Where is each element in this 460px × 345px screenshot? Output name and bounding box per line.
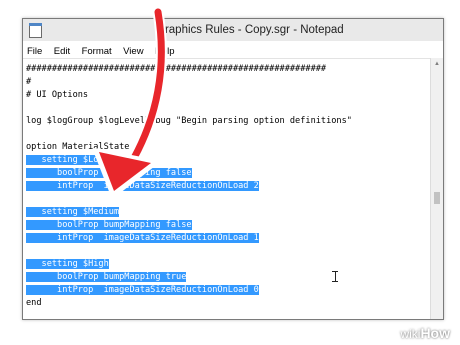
vertical-scrollbar[interactable]: ▲: [430, 58, 443, 319]
text-line: setting $Low: [26, 154, 104, 167]
text-line: log $logGroup $logLevelDebug "Begin pars…: [26, 115, 352, 128]
text-line: ########################################…: [26, 63, 326, 76]
notepad-app-icon[interactable]: [29, 23, 42, 38]
menu-format[interactable]: Format: [79, 43, 115, 57]
selected-text: intProp imageDataSizeReductionOnLoad 2: [26, 181, 259, 191]
text-line: intProp imageDataSizeReductionOnLoad 0: [26, 284, 259, 297]
menu-edit[interactable]: Edit: [51, 43, 73, 57]
text-line: # UI Options: [26, 89, 88, 102]
text-line: intProp imageDataSizeReductionOnLoad 2: [26, 180, 259, 193]
selected-text: setting $Low: [26, 155, 104, 165]
selected-text: setting $High: [26, 259, 109, 269]
notepad-window: Graphics Rules - Copy.sgr - Notepad File…: [22, 18, 444, 320]
line-text: # UI Options: [26, 90, 89, 100]
text-cursor-ibeam-icon: [332, 271, 338, 282]
text-line: boolProp bumpMapping true: [26, 271, 187, 284]
selected-text: boolProp bumpMapping true: [26, 272, 187, 282]
window-title: Graphics Rules - Copy.sgr - Notepad: [156, 24, 344, 36]
selected-text: setting $Medium: [26, 207, 120, 217]
scroll-up-arrow-icon[interactable]: ▲: [434, 61, 440, 67]
menu-bar: File Edit Format View Help: [23, 41, 443, 59]
text-line: boolProp bumpMapping false: [26, 167, 192, 180]
text-line: end: [26, 297, 42, 310]
text-line: setting $Medium: [26, 206, 120, 219]
selected-text: boolProp bumpMapping false: [26, 220, 192, 230]
menu-help[interactable]: Help: [152, 43, 178, 57]
line-text: #: [26, 77, 32, 87]
text-line: #: [26, 76, 31, 89]
text-line: setting $High: [26, 258, 109, 271]
line-text: log $logGroup $logLevelDebug "Begin pars…: [26, 116, 352, 126]
text-line: intProp imageDataSizeReductionOnLoad 1: [26, 232, 259, 245]
text-editor[interactable]: ########################################…: [26, 63, 426, 317]
wikihow-watermark: wikiHow: [400, 325, 450, 341]
menu-file[interactable]: File: [24, 43, 45, 57]
line-text: option MaterialState: [26, 142, 130, 152]
line-text: ########################################…: [26, 64, 327, 74]
text-line: boolProp bumpMapping false: [26, 219, 192, 232]
line-text: end: [26, 298, 42, 308]
selected-text: intProp imageDataSizeReductionOnLoad 0: [26, 285, 259, 295]
title-bar[interactable]: Graphics Rules - Copy.sgr - Notepad: [23, 19, 443, 41]
selected-text: intProp imageDataSizeReductionOnLoad 1: [26, 233, 259, 243]
selected-text: boolProp bumpMapping false: [26, 168, 192, 178]
text-line: option MaterialState: [26, 141, 129, 154]
menu-view[interactable]: View: [120, 43, 146, 57]
scrollbar-thumb[interactable]: [434, 192, 440, 204]
